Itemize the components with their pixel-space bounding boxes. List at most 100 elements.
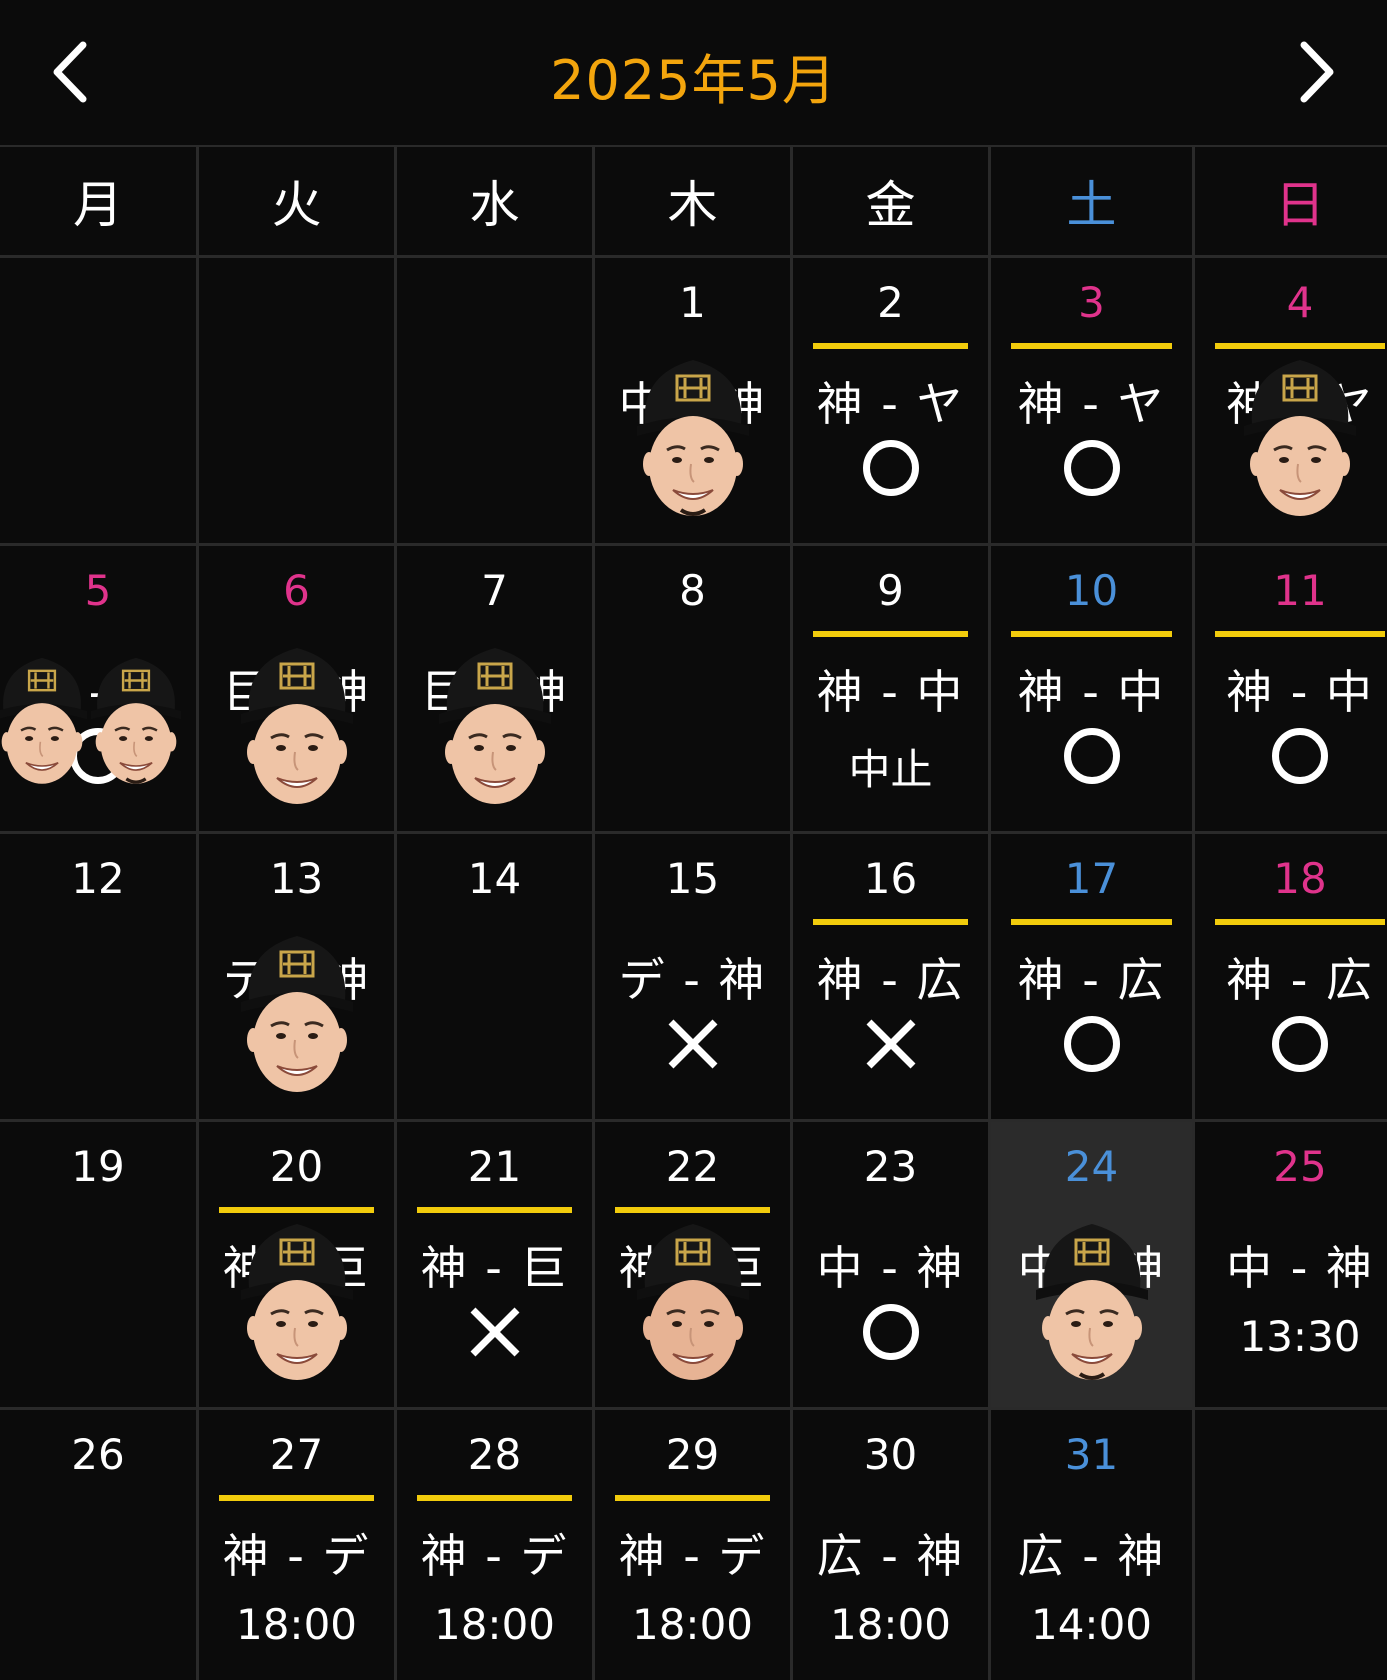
day-cell[interactable]: 4神 - ヤ xyxy=(1195,258,1387,543)
day-cell[interactable]: 21 神 - 巨 xyxy=(397,1122,592,1407)
day-number: 23 xyxy=(863,1142,918,1191)
game-matchup: 神 - 中 xyxy=(1226,665,1374,719)
game-matchup: 神 - ヤ xyxy=(816,377,965,431)
day-cell[interactable]: 1中 - 神 xyxy=(595,258,790,543)
home-game-bar xyxy=(219,1495,374,1501)
day-cell[interactable]: 17 神 - 広 xyxy=(991,834,1192,1119)
day-number: 28 xyxy=(467,1430,522,1479)
day-cell[interactable]: 9 神 - 中中止 xyxy=(793,546,988,831)
day-number: 8 xyxy=(679,566,706,615)
day-cell[interactable]: 10 神 - 中 xyxy=(991,546,1192,831)
calendar-app: 2025年5月 月火水木金土日1中 - 神2神 - ヤ3神 - ヤ4神 - ヤ5… xyxy=(0,0,1387,1680)
day-cell[interactable]: 3 神 - ヤ xyxy=(991,258,1192,543)
day-number: 25 xyxy=(1273,1142,1327,1191)
player-avatar-icon xyxy=(438,648,551,804)
game-result xyxy=(1195,1016,1387,1072)
day-cell[interactable]: 8 xyxy=(595,546,790,831)
day-cell[interactable]: 19 xyxy=(0,1122,196,1407)
weekday-header: 木 xyxy=(595,147,790,255)
calendar-grid: 月火水木金土日1中 - 神2神 - ヤ3神 - ヤ4神 - ヤ5巨 - 神6巨 … xyxy=(0,145,1387,1680)
player-avatar-icon xyxy=(1035,1224,1148,1380)
game-matchup: 中 - 神 xyxy=(1226,1241,1374,1295)
home-game-bar xyxy=(1215,919,1385,925)
day-cell[interactable]: 20神 - 巨 xyxy=(199,1122,394,1407)
home-game-bar xyxy=(1215,631,1385,637)
day-cell[interactable]: 27 神 - デ 18:00 xyxy=(199,1410,394,1680)
weekday-header: 金 xyxy=(793,147,988,255)
day-cell[interactable]: 22神 - 巨 xyxy=(595,1122,790,1407)
win-circle-icon xyxy=(862,1304,919,1360)
day-number: 30 xyxy=(863,1430,918,1479)
day-number: 5 xyxy=(84,566,112,615)
day-cell[interactable]: 16 神 - 広 xyxy=(793,834,988,1119)
day-cell[interactable]: 28 神 - デ 18:00 xyxy=(397,1410,592,1680)
game-result xyxy=(1195,728,1387,784)
day-cell-empty xyxy=(397,258,592,543)
game-result xyxy=(595,1016,790,1072)
day-number: 15 xyxy=(665,854,720,903)
day-cell[interactable]: 14 xyxy=(397,834,592,1119)
day-cell[interactable]: 25 中 - 神 13:30 xyxy=(1195,1122,1387,1407)
game-result xyxy=(991,440,1192,496)
game-result xyxy=(793,1016,988,1072)
day-number: 12 xyxy=(71,854,125,903)
loss-x-icon xyxy=(866,1019,915,1069)
game-matchup: 広 - 神 xyxy=(1017,1529,1166,1583)
day-number: 20 xyxy=(269,1142,324,1191)
day-number: 11 xyxy=(1273,566,1327,615)
day-number: 29 xyxy=(665,1430,720,1479)
day-cell[interactable]: 7巨 - 神 xyxy=(397,546,592,831)
day-number: 6 xyxy=(283,566,310,615)
day-cell[interactable]: 5巨 - 神 xyxy=(0,546,196,831)
win-circle-icon xyxy=(1272,1016,1328,1072)
day-number: 19 xyxy=(71,1142,125,1191)
game-matchup: 中 - 神 xyxy=(816,1241,965,1295)
home-game-bar xyxy=(417,1495,572,1501)
win-circle-icon xyxy=(1063,440,1120,496)
game-result xyxy=(793,440,988,496)
day-cell[interactable]: 23 中 - 神 xyxy=(793,1122,988,1407)
day-cell[interactable]: 13テ - 神 xyxy=(199,834,394,1119)
weekday-header: 月 xyxy=(0,147,196,255)
day-cell[interactable]: 31 広 - 神 14:00 xyxy=(991,1410,1192,1680)
game-result xyxy=(397,1304,592,1360)
player-avatar-icon xyxy=(240,1224,353,1380)
loss-x-icon xyxy=(470,1307,519,1357)
day-cell[interactable]: 24中 - 神 xyxy=(991,1122,1192,1407)
player-avatar-icon xyxy=(90,657,182,784)
day-number: 2 xyxy=(877,278,904,327)
game-status: 18:00 xyxy=(433,1600,556,1649)
chevron-right-icon xyxy=(1300,41,1334,103)
player-avatar-icon xyxy=(636,1224,749,1380)
day-cell[interactable]: 12 xyxy=(0,834,196,1119)
home-game-bar xyxy=(813,631,968,637)
day-number: 1 xyxy=(679,278,706,327)
day-number: 13 xyxy=(269,854,324,903)
game-status: 18:00 xyxy=(235,1600,358,1649)
day-number: 31 xyxy=(1064,1430,1119,1479)
day-cell[interactable]: 6巨 - 神 xyxy=(199,546,394,831)
day-number: 17 xyxy=(1064,854,1119,903)
day-cell[interactable]: 26 xyxy=(0,1410,196,1680)
day-number: 9 xyxy=(877,566,904,615)
day-cell[interactable]: 15 デ - 神 xyxy=(595,834,790,1119)
day-cell[interactable]: 30 広 - 神 18:00 xyxy=(793,1410,988,1680)
game-status: 18:00 xyxy=(829,1600,952,1649)
player-avatar-icon xyxy=(0,657,88,784)
day-number: 16 xyxy=(863,854,918,903)
day-cell[interactable]: 29 神 - デ 18:00 xyxy=(595,1410,790,1680)
day-cell[interactable]: 18 神 - 広 xyxy=(1195,834,1387,1119)
game-matchup: 神 - 中 xyxy=(1017,665,1166,719)
game-matchup: 神 - デ xyxy=(420,1529,569,1583)
day-cell-empty xyxy=(199,258,394,543)
game-matchup: 神 - デ xyxy=(222,1529,371,1583)
game-matchup: 神 - デ xyxy=(618,1529,767,1583)
home-game-bar xyxy=(813,343,968,349)
day-cell[interactable]: 11 神 - 中 xyxy=(1195,546,1387,831)
game-status: 中止 xyxy=(848,745,933,794)
day-cell[interactable]: 2 神 - ヤ xyxy=(793,258,988,543)
home-game-bar xyxy=(417,1207,572,1213)
home-game-bar xyxy=(1011,343,1172,349)
next-month-button[interactable] xyxy=(1277,32,1357,112)
day-cell-empty xyxy=(0,258,196,543)
